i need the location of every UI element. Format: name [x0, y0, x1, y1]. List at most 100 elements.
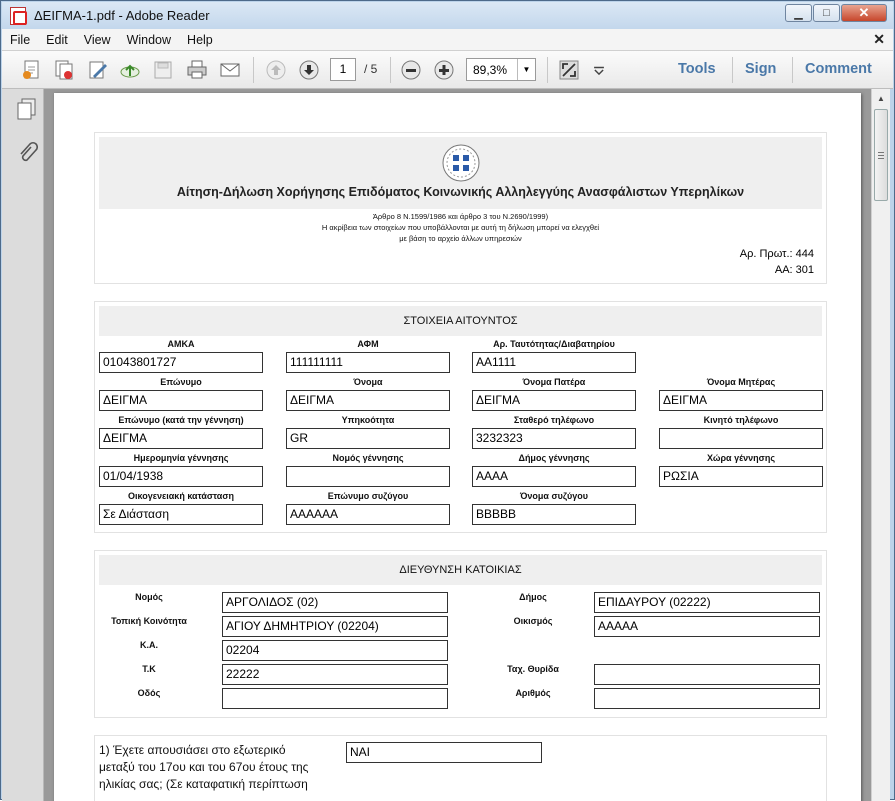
phone-label: Σταθερό τηλέφωνο	[513, 415, 595, 425]
verification-note-2: με βάση το αρχείο άλλων υπηρεσιών	[399, 234, 522, 243]
question-1-answer-field[interactable]: ΝΑΙ	[346, 742, 542, 763]
phone-field[interactable]: 3232323	[472, 428, 636, 449]
dob-field[interactable]: 01/04/1938	[99, 466, 263, 487]
serial-number: ΑΑ: 301	[774, 264, 814, 276]
surname-label: Επώνυμο	[160, 377, 202, 387]
spouse-name-field[interactable]: ΒΒΒΒΒ	[472, 504, 636, 525]
spouse-surname-label: Επώνυμο συζύγου	[327, 491, 409, 501]
vertical-scrollbar[interactable]: ▲	[871, 89, 890, 801]
page-number-input[interactable]: 1	[330, 58, 356, 81]
close-document-icon[interactable]: ✕	[873, 31, 885, 48]
birth-surname-field[interactable]: ΔΕΙΓΜΑ	[99, 428, 263, 449]
create-pdf-icon[interactable]	[20, 58, 44, 82]
title-bar: ΔΕΙΓΜΑ-1.pdf - Adobe Reader ▁ □ ✕	[2, 2, 893, 29]
print-icon[interactable]	[185, 58, 209, 82]
next-page-icon[interactable]	[297, 58, 321, 82]
marital-label: Οικογενειακή κατάσταση	[128, 491, 234, 501]
comment-button[interactable]: Comment	[805, 61, 872, 77]
page-thumbnails-icon[interactable]	[16, 97, 38, 121]
municipality-field[interactable]: ΕΠΙΔΑΥΡΟΥ (02222)	[594, 592, 820, 613]
settlement-field[interactable]: ΑΑΑΑΑ	[594, 616, 820, 637]
menu-view[interactable]: View	[76, 33, 119, 47]
toolbar: 1 / 5 89,3% ▼ Tools Sign Comment	[2, 51, 893, 89]
attachments-icon[interactable]	[16, 141, 39, 165]
combine-files-icon[interactable]	[52, 58, 76, 82]
ka-field[interactable]: 02204	[222, 640, 448, 661]
sign-button[interactable]: Sign	[745, 61, 776, 77]
menu-help[interactable]: Help	[179, 33, 221, 47]
menu-file[interactable]: File	[2, 33, 38, 47]
tk-label: Τ.Κ	[142, 664, 156, 674]
document-view[interactable]: Αίτηση-Δήλωση Χορήγησης Επιδόματος Κοινω…	[44, 89, 871, 801]
dob-label: Ημερομηνία γέννησης	[133, 453, 229, 463]
more-tools-chevron-icon[interactable]	[590, 58, 608, 82]
menu-edit[interactable]: Edit	[38, 33, 76, 47]
address-heading: ΔΙΕΥΘΥΝΣΗ ΚΑΤΟΙΚΙΑΣ	[99, 555, 822, 585]
father-label: Όνομα Πατέρα	[522, 377, 586, 387]
community-field[interactable]: ΑΓΙΟΥ ΔΗΜΗΤΡΙΟΥ (02204)	[222, 616, 448, 637]
zoom-out-icon[interactable]	[399, 58, 423, 82]
zoom-value: 89,3%	[473, 63, 508, 77]
spouse-surname-field[interactable]: ΑΑΑΑΑΑ	[286, 504, 450, 525]
question-1-line-2: μεταξύ του 17ου και του 67ου έτους της	[99, 760, 309, 774]
citizenship-field[interactable]: GR	[286, 428, 450, 449]
applicant-heading: ΣΤΟΙΧΕΙΑ ΑΙΤΟΥΝΤΟΣ	[99, 306, 822, 336]
afm-label: ΑΦΜ	[357, 339, 379, 349]
maximize-button[interactable]: □	[813, 4, 840, 22]
protocol-number: Αρ. Πρωτ.: 444	[739, 248, 814, 260]
form-title: Αίτηση-Δήλωση Χορήγησης Επιδόματος Κοινω…	[176, 185, 745, 199]
verification-note: Η ακρίβεια των στοιχείων που υποβάλλοντα…	[321, 223, 600, 232]
birth-municipality-label: Δήμος γέννησης	[518, 453, 590, 463]
save-icon[interactable]	[151, 58, 175, 82]
menu-window[interactable]: Window	[119, 33, 179, 47]
pdf-page: Αίτηση-Δήλωση Χορήγησης Επιδόματος Κοινω…	[54, 93, 861, 801]
email-icon[interactable]	[218, 58, 242, 82]
navigation-panel	[2, 89, 44, 801]
pobox-label: Ταχ. Θυρίδα	[507, 664, 559, 674]
app-window: ΔΕΙΓΜΑ-1.pdf - Adobe Reader ▁ □ ✕ File E…	[0, 0, 895, 801]
community-label: Τοπική Κοινότητα	[111, 616, 187, 626]
mother-label: Όνομα Μητέρας	[706, 377, 776, 387]
mobile-field[interactable]	[659, 428, 823, 449]
birth-country-field[interactable]: ΡΩΣΙΑ	[659, 466, 823, 487]
tk-field[interactable]: 22222	[222, 664, 448, 685]
tools-button[interactable]: Tools	[678, 61, 716, 77]
birth-surname-label: Επώνυμο (κατά την γέννηση)	[118, 415, 244, 425]
amka-field[interactable]: 01043801727	[99, 352, 263, 373]
street-field[interactable]	[222, 688, 448, 709]
number-label: Αριθμός	[515, 688, 551, 698]
birth-municipality-field[interactable]: ΑΑΑΑ	[472, 466, 636, 487]
question-section: 1) Έχετε απουσιάσει στο εξωτερικό μεταξύ…	[94, 735, 827, 801]
upload-cloud-icon[interactable]	[118, 58, 142, 82]
pobox-field[interactable]	[594, 664, 820, 685]
question-1-line-3: ηλικίας σας; (Σε καταφατική περίπτωση	[99, 777, 308, 791]
menu-bar: File Edit View Window Help ✕	[2, 29, 893, 51]
number-field[interactable]	[594, 688, 820, 709]
citizenship-label: Υπηκοότητα	[341, 415, 395, 425]
edit-document-icon[interactable]	[86, 58, 110, 82]
previous-page-icon[interactable]	[264, 58, 288, 82]
close-button[interactable]: ✕	[841, 4, 887, 22]
father-field[interactable]: ΔΕΙΓΜΑ	[472, 390, 636, 411]
scroll-thumb[interactable]	[874, 109, 888, 201]
fit-page-icon[interactable]	[557, 58, 581, 82]
address-section: ΔΙΕΥΘΥΝΣΗ ΚΑΤΟΙΚΙΑΣ Νομός ΑΡΓΟΛΙΔΟΣ (02)…	[94, 550, 827, 718]
chevron-down-icon[interactable]: ▼	[517, 59, 535, 80]
birth-country-label: Χώρα γέννησης	[707, 453, 775, 463]
scroll-up-icon[interactable]: ▲	[874, 91, 888, 105]
prefecture-field[interactable]: ΑΡΓΟΛΙΔΟΣ (02)	[222, 592, 448, 613]
name-label: Όνομα	[353, 377, 383, 387]
street-label: Οδός	[137, 688, 161, 698]
surname-field[interactable]: ΔΕΙΓΜΑ	[99, 390, 263, 411]
zoom-in-icon[interactable]	[432, 58, 456, 82]
zoom-select[interactable]: 89,3% ▼	[466, 58, 536, 81]
question-1-line-1: 1) Έχετε απουσιάσει στο εξωτερικό	[99, 743, 286, 757]
afm-field[interactable]: 111111111	[286, 352, 450, 373]
minimize-button[interactable]: ▁	[785, 4, 812, 22]
window-title: ΔΕΙΓΜΑ-1.pdf - Adobe Reader	[34, 8, 210, 23]
id-field[interactable]: ΑΑ1111	[472, 352, 636, 373]
mother-field[interactable]: ΔΕΙΓΜΑ	[659, 390, 823, 411]
birth-prefecture-field[interactable]	[286, 466, 450, 487]
marital-field[interactable]: Σε Διάσταση	[99, 504, 263, 525]
name-field[interactable]: ΔΕΙΓΜΑ	[286, 390, 450, 411]
